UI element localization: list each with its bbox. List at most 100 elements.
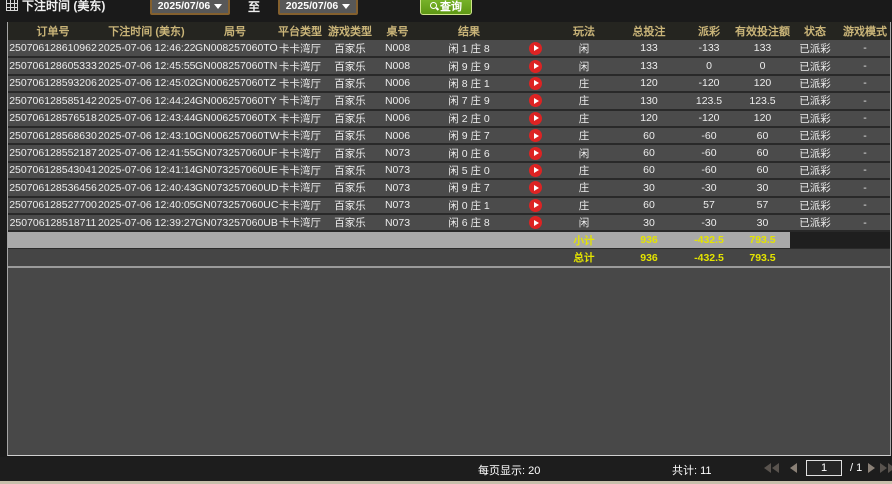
round-cell: GN073257060UF (195, 144, 275, 161)
total-count-label: 共计: 11 (672, 462, 712, 478)
col-header-4: 游戏类型 (325, 22, 375, 40)
game-cell: 百家乐 (325, 92, 375, 109)
status-cell: 已派彩 (790, 144, 840, 161)
table-row: 2507061285187112025-07-06 12:39:27GN0732… (8, 214, 890, 231)
grand-total-payout: -432.5 (683, 248, 735, 266)
date-range-to-label: 至 (248, 0, 260, 15)
col-header-3: 平台类型 (275, 22, 325, 40)
col-header-8: 玩法 (553, 22, 615, 40)
date-from-value: 2025/07/06 (158, 0, 211, 12)
play-video-button[interactable] (529, 60, 542, 73)
valid-cell: 60 (735, 144, 790, 161)
date-to-select[interactable]: 2025/07/06 (278, 0, 358, 15)
play-video-button[interactable] (529, 199, 542, 212)
total-cell: 60 (615, 144, 683, 161)
platform-cell: 卡卡湾厅 (275, 197, 325, 214)
time-cell: 2025-07-06 12:41:14 (98, 162, 195, 179)
subtotal-valid-bet: 793.5 (735, 231, 790, 248)
total-cell: 30 (615, 214, 683, 231)
next-page-button[interactable] (868, 463, 875, 473)
play-video-button[interactable] (529, 77, 542, 90)
play-video-button[interactable] (529, 147, 542, 160)
play-video-button[interactable] (529, 216, 542, 229)
platform-cell: 卡卡湾厅 (275, 57, 325, 74)
mode-cell: - (840, 214, 890, 231)
payout-cell: 123.5 (683, 92, 735, 109)
order-cell: 250706128552187 (8, 144, 98, 161)
date-from-select[interactable]: 2025/07/06 (150, 0, 230, 15)
search-icon (430, 2, 438, 10)
page-number-input[interactable] (806, 460, 842, 476)
order-cell: 250706128610962 (8, 40, 98, 57)
prev-page-button[interactable] (790, 463, 797, 473)
status-cell: 已派彩 (790, 75, 840, 92)
empty-table-area (8, 266, 890, 455)
table-row: 2507061286109622025-07-06 12:46:22GN0082… (8, 40, 890, 57)
valid-cell: 120 (735, 110, 790, 127)
bet-type-cell: 庄 (553, 92, 615, 109)
double-left-arrow-icon (764, 463, 771, 473)
platform-cell: 卡卡湾厅 (275, 144, 325, 161)
table-no-cell: N008 (375, 40, 420, 57)
play-video-button[interactable] (529, 164, 542, 177)
chevron-down-icon (342, 4, 350, 9)
left-arrow-icon (790, 463, 797, 473)
total-cell: 60 (615, 127, 683, 144)
query-button[interactable]: 查询 (420, 0, 472, 15)
play-cell (518, 57, 553, 74)
table-row: 2507061286053332025-07-06 12:45:55GN0082… (8, 57, 890, 74)
time-cell: 2025-07-06 12:39:27 (98, 214, 195, 231)
platform-cell: 卡卡湾厅 (275, 214, 325, 231)
play-cell (518, 40, 553, 57)
valid-cell: 133 (735, 40, 790, 57)
order-cell: 250706128518711 (8, 214, 98, 231)
total-cell: 120 (615, 75, 683, 92)
mode-cell: - (840, 162, 890, 179)
subtotal-status-cell (790, 231, 840, 248)
play-video-button[interactable] (529, 112, 542, 125)
table-row: 2507061285430412025-07-06 12:41:14GN0732… (8, 162, 890, 179)
bet-type-cell: 闲 (553, 144, 615, 161)
status-cell: 已派彩 (790, 179, 840, 196)
bet-type-cell: 庄 (553, 179, 615, 196)
col-header-6: 结果 (420, 22, 518, 40)
time-cell: 2025-07-06 12:45:55 (98, 57, 195, 74)
result-cell: 闲 9 庄 7 (420, 127, 518, 144)
game-cell: 百家乐 (325, 214, 375, 231)
time-cell: 2025-07-06 12:46:22 (98, 40, 195, 57)
play-video-button[interactable] (529, 42, 542, 55)
result-cell: 闲 8 庄 1 (420, 75, 518, 92)
platform-cell: 卡卡湾厅 (275, 127, 325, 144)
col-header-7 (518, 22, 553, 40)
total-cell: 133 (615, 57, 683, 74)
page-size-label: 每页显示: 20 (478, 462, 540, 478)
chevron-down-icon (214, 4, 222, 9)
mode-cell: - (840, 110, 890, 127)
platform-cell: 卡卡湾厅 (275, 75, 325, 92)
round-cell: GN073257060UC (195, 197, 275, 214)
bet-type-cell: 庄 (553, 127, 615, 144)
time-cell: 2025-07-06 12:41:55 (98, 144, 195, 161)
last-page-button[interactable] (880, 463, 892, 473)
platform-cell: 卡卡湾厅 (275, 40, 325, 57)
result-cell: 闲 7 庄 9 (420, 92, 518, 109)
table-row: 2507061285686302025-07-06 12:43:10GN0062… (8, 127, 890, 144)
round-cell: GN006257060TY (195, 92, 275, 109)
payout-cell: -120 (683, 75, 735, 92)
table-no-cell: N073 (375, 144, 420, 161)
play-video-button[interactable] (529, 129, 542, 142)
payout-cell: -60 (683, 162, 735, 179)
table-row: 2507061285364562025-07-06 12:40:43GN0732… (8, 179, 890, 196)
col-header-11: 有效投注额 (735, 22, 790, 40)
total-cell: 60 (615, 197, 683, 214)
grand-total-spacer (8, 248, 553, 266)
filter-bar: 下注时间 (美东) 2025/07/06 至 2025/07/06 查询 (0, 0, 892, 21)
subtotal-mode-cell (840, 231, 890, 248)
bet-type-cell: 庄 (553, 75, 615, 92)
round-cell: GN006257060TX (195, 110, 275, 127)
play-video-button[interactable] (529, 94, 542, 107)
first-page-button[interactable] (764, 463, 779, 473)
play-video-button[interactable] (529, 181, 542, 194)
records-table-container: 订单号下注时间 (美东)局号平台类型游戏类型桌号结果玩法总投注派彩有效投注额状态… (7, 22, 891, 456)
grand-total-mode-cell (840, 248, 890, 266)
